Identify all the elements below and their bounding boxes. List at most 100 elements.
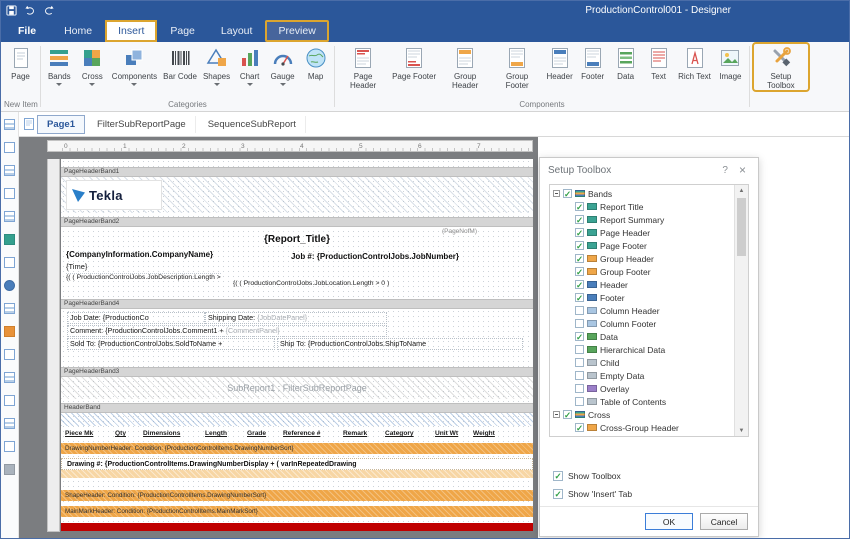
rail-tool-icon-2[interactable]	[4, 142, 15, 153]
rail-tool-icon-8[interactable]	[4, 280, 15, 291]
subreport-placeholder[interactable]: SubReport1 : FilterSubReportPage	[61, 377, 533, 399]
tab-preview[interactable]: Preview	[265, 20, 328, 42]
tree-item-footer[interactable]: ✓Footer	[553, 291, 732, 304]
tab-layout[interactable]: Layout	[208, 20, 266, 42]
tree-item-page-header[interactable]: ✓Page Header	[553, 226, 732, 239]
tree-item-page-footer[interactable]: ✓Page Footer	[553, 239, 732, 252]
components-button[interactable]: Components	[109, 42, 160, 86]
rail-tool-icon-11[interactable]	[4, 349, 15, 360]
chart-button[interactable]: Chart	[233, 42, 266, 86]
tekla-logo[interactable]: Tekla	[66, 180, 162, 210]
bar-code-button[interactable]: Bar Code	[160, 42, 200, 81]
doc-tab-page1[interactable]: Page1	[37, 115, 85, 134]
tree-item-data[interactable]: ✓Data	[553, 330, 732, 343]
header-button[interactable]: Header	[543, 42, 576, 81]
job-description-expression[interactable]: {( ( ProductionControlJobs.JobDescriptio…	[66, 273, 221, 281]
column-grade[interactable]: Grade	[247, 430, 281, 437]
rail-tool-icon-12[interactable]	[4, 372, 15, 383]
checkbox[interactable]	[575, 345, 584, 354]
scrollbar-thumb[interactable]	[737, 198, 746, 256]
doc-tab-filtersubreportpage[interactable]: FilterSubReportPage	[88, 116, 196, 133]
column-dimensions[interactable]: Dimensions	[143, 430, 203, 437]
tree-item-group-header[interactable]: ✓Group Header	[553, 252, 732, 265]
cancel-button[interactable]: Cancel	[700, 513, 748, 530]
checkbox[interactable]: ✓	[575, 423, 584, 432]
tree-item-hierarchical-data[interactable]: Hierarchical Data	[553, 343, 732, 356]
tab-insert[interactable]: Insert	[105, 20, 157, 42]
tree-item-bands[interactable]: ✓ Bands	[553, 187, 732, 200]
column-category[interactable]: Category	[385, 430, 433, 437]
tree-scrollbar[interactable]: ▲ ▼	[734, 185, 748, 436]
column-length[interactable]: Length	[205, 430, 245, 437]
checkbox[interactable]: ✓	[563, 410, 572, 419]
rail-tool-icon-9[interactable]	[4, 303, 15, 314]
checkbox[interactable]: ✓	[575, 293, 584, 302]
doc-tab-sequencesubreport[interactable]: SequenceSubReport	[199, 116, 306, 133]
drawing-hatch-band[interactable]	[61, 470, 533, 478]
company-name-field[interactable]: {CompanyInformation.CompanyName}	[66, 250, 213, 259]
redo-icon[interactable]	[43, 5, 55, 16]
image-button[interactable]: Image	[714, 42, 747, 81]
tree-item-overlay[interactable]: Overlay	[553, 382, 732, 395]
job-number-field[interactable]: Job #: {ProductionControlJobs.JobNumber}	[291, 252, 459, 261]
comment-field[interactable]: Comment: {ProductionControlJobs.Comment1…	[67, 325, 387, 337]
tab-file[interactable]: File	[3, 20, 51, 42]
tree-item-table-of-contents[interactable]: Table of Contents	[553, 395, 732, 408]
band-strip-pageheaderband2[interactable]: PageHeaderBand2	[61, 217, 533, 227]
drawing-number-field[interactable]: Drawing #: {ProductionControlItems.Drawi…	[61, 458, 533, 470]
column-qty[interactable]: Qty	[115, 430, 141, 437]
rail-tool-icon-16[interactable]	[4, 464, 15, 475]
ship-to-field[interactable]: Ship To: {ProductionControlJobs.ShipToNa…	[277, 338, 523, 350]
rail-tool-icon-15[interactable]	[4, 441, 15, 452]
close-icon[interactable]: ×	[735, 163, 750, 177]
rail-tool-icon-10[interactable]	[4, 326, 15, 337]
show-insert-tab-checkbox[interactable]: ✓	[553, 489, 563, 499]
page-button[interactable]: Page	[4, 42, 37, 81]
tree-item-header[interactable]: ✓Header	[553, 278, 732, 291]
tree-item-report-summary[interactable]: ✓Report Summary	[553, 213, 732, 226]
setup-toolbox-button[interactable]: Setup Toolbox	[752, 42, 810, 92]
checkbox[interactable]	[575, 306, 584, 315]
band-mainmarkheader[interactable]: MainMarkHeader: Condition: {ProductionCo…	[61, 506, 533, 517]
help-icon[interactable]: ?	[715, 165, 735, 176]
save-icon[interactable]	[6, 5, 17, 16]
checkbox[interactable]: ✓	[575, 280, 584, 289]
tree-item-child[interactable]: Child	[553, 356, 732, 369]
job-location-expression[interactable]: {( ( ProductionControlJobs.JobLocation.L…	[233, 280, 389, 287]
tree-item-cross-group-header[interactable]: ✓Cross-Group Header	[553, 421, 732, 434]
show-insert-tab-option[interactable]: ✓ Show 'Insert' Tab	[553, 489, 758, 499]
shapes-button[interactable]: Shapes	[200, 42, 233, 86]
band-strip-pageheaderband4[interactable]: PageHeaderBand4	[61, 299, 533, 309]
rail-tool-icon-3[interactable]	[4, 165, 15, 176]
band-pageheaderband2[interactable]: (PageNofM) {Report_Title} {CompanyInform…	[61, 227, 533, 287]
checkbox[interactable]	[575, 319, 584, 328]
sold-to-field[interactable]: Sold To: {ProductionControlJobs.SoldToNa…	[67, 338, 275, 350]
column-weight[interactable]: Weight	[473, 430, 507, 437]
column-unit-wt[interactable]: Unit Wt	[435, 430, 471, 437]
collapse-icon[interactable]	[553, 190, 560, 197]
checkbox[interactable]: ✓	[575, 241, 584, 250]
rail-tool-icon-13[interactable]	[4, 395, 15, 406]
band-pageheaderband3[interactable]: SubReport1 : FilterSubReportPage	[61, 377, 533, 399]
band-strip-pageheaderband1[interactable]: PageHeaderBand1	[61, 167, 533, 177]
page-footer-button[interactable]: Page Footer	[389, 42, 439, 81]
column-remark[interactable]: Remark	[343, 430, 383, 437]
show-toolbox-option[interactable]: ✓ Show Toolbox	[553, 471, 758, 481]
checkbox[interactable]: ✓	[575, 202, 584, 211]
checkbox[interactable]	[575, 397, 584, 406]
tree-item-group-footer[interactable]: ✓Group Footer	[553, 265, 732, 278]
checkbox[interactable]	[575, 358, 584, 367]
red-band[interactable]	[61, 523, 533, 531]
group-footer-button[interactable]: Group Footer	[491, 42, 543, 90]
checkbox[interactable]: ✓	[575, 267, 584, 276]
checkbox[interactable]: ✓	[563, 189, 572, 198]
column-reference[interactable]: Reference #	[283, 430, 341, 437]
rail-tool-icon-7[interactable]	[4, 257, 15, 268]
checkbox[interactable]: ✓	[575, 332, 584, 341]
collapse-icon[interactable]	[553, 411, 560, 418]
band-pageheaderband1[interactable]: Tekla	[61, 177, 533, 213]
band-headerband[interactable]: Piece Mk Qty Dimensions Length Grade Ref…	[61, 413, 533, 439]
tree-item-report-title[interactable]: ✓Report Title	[553, 200, 732, 213]
tree-item-cross-group-footer[interactable]: ✓Cross-Group Footer	[553, 434, 732, 437]
checkbox[interactable]: ✓	[575, 436, 584, 437]
